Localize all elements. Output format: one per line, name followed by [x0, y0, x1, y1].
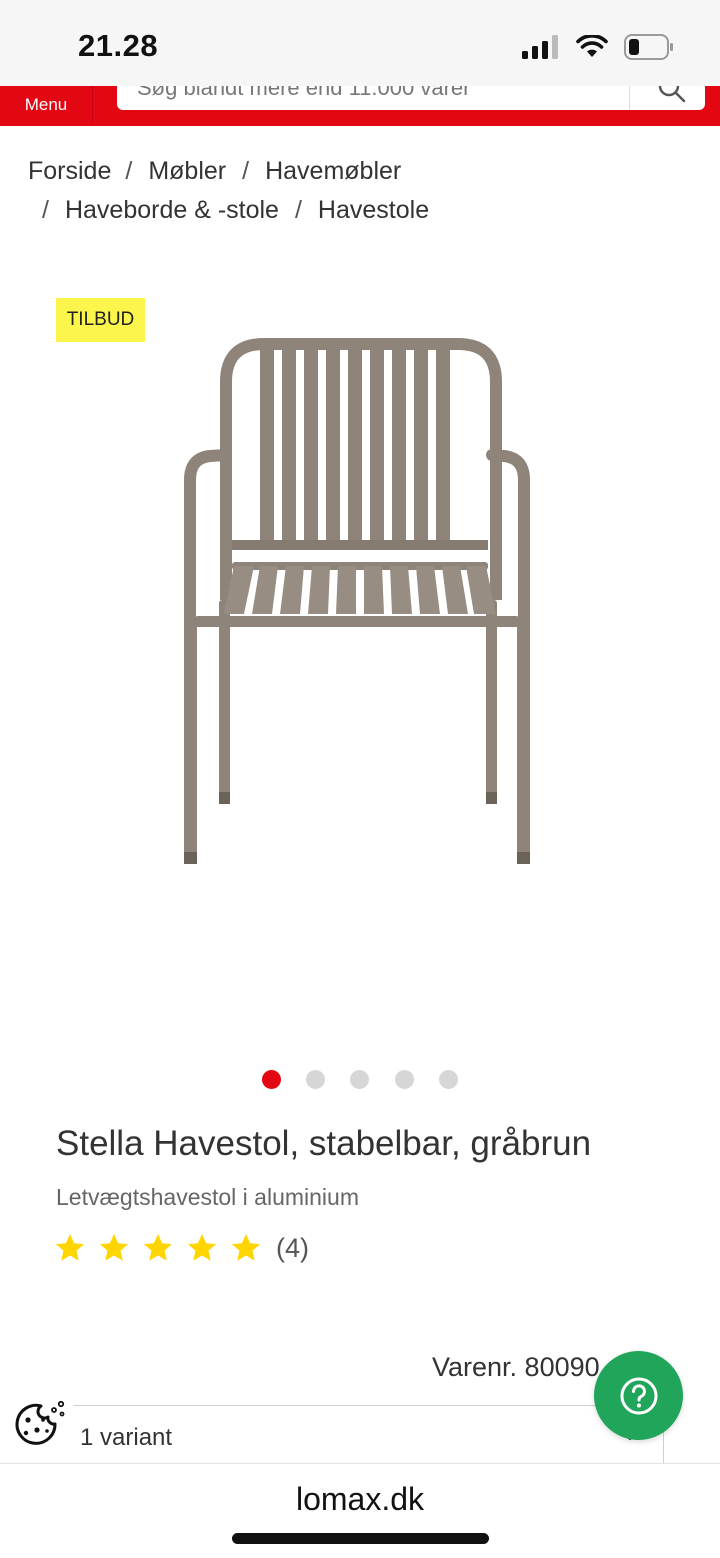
question-mark-icon [620, 1377, 657, 1414]
breadcrumb-havemobler[interactable]: Havemøbler [265, 157, 401, 185]
star-icon [100, 1234, 128, 1261]
gallery-dot-2[interactable] [306, 1070, 325, 1089]
search-divider [629, 86, 630, 110]
variant-label: 1 variant [80, 1424, 173, 1451]
breadcrumb: Forside / Møbler / Havemøbler / Haveborde & -… [28, 152, 688, 230]
gallery-dot-5[interactable] [439, 1070, 458, 1089]
offer-badge: TILBUD [56, 298, 145, 342]
item-number: Varenr. 80090 [432, 1352, 600, 1382]
cellular-signal-icon [522, 35, 558, 59]
gallery-dot-1[interactable] [262, 1070, 281, 1089]
home-indicator [232, 1533, 489, 1544]
search-icon[interactable] [657, 86, 687, 104]
breadcrumb-separator: / [294, 196, 302, 224]
breadcrumb-separator: / [42, 196, 49, 224]
cookie-icon[interactable] [11, 1400, 67, 1446]
gallery-pagination [0, 1070, 720, 1090]
breadcrumb-separator: / [125, 157, 133, 185]
variant-select[interactable]: 1 variant [74, 1405, 664, 1463]
breadcrumb-forside[interactable]: Forside [28, 157, 111, 185]
status-bar: 21.28 [0, 0, 720, 86]
breadcrumb-haveborde-stole[interactable]: Haveborde & -stole [65, 196, 279, 224]
star-icon [144, 1234, 172, 1261]
product-subtitle: Letvægtshavestol i aluminium [56, 1184, 359, 1210]
browser-bar: lomax.dk [0, 1463, 720, 1558]
breadcrumb-havestole[interactable]: Havestole [318, 196, 429, 224]
gallery-dot-3[interactable] [350, 1070, 369, 1089]
breadcrumb-separator: / [242, 157, 250, 185]
browser-url[interactable]: lomax.dk [0, 1481, 720, 1518]
wifi-icon [576, 35, 608, 57]
search-box[interactable] [117, 86, 705, 110]
product-title: Stella Havestol, stabelbar, gråbrun [56, 1124, 592, 1163]
site-header: Menu [0, 86, 720, 126]
product-rating[interactable]: (4) [54, 1232, 309, 1264]
star-icon [232, 1234, 260, 1261]
menu-button[interactable]: Menu [0, 86, 93, 122]
battery-icon [624, 34, 673, 60]
product-image[interactable] [160, 330, 560, 870]
star-icon [56, 1234, 84, 1261]
star-icon [188, 1234, 216, 1261]
breadcrumb-mobler[interactable]: Møbler [148, 157, 226, 185]
status-time: 21.28 [78, 28, 159, 63]
status-icons [522, 34, 674, 60]
help-button[interactable] [594, 1351, 683, 1440]
search-input[interactable] [137, 86, 617, 106]
review-count[interactable]: (4) [276, 1233, 309, 1264]
gallery-dot-4[interactable] [395, 1070, 414, 1089]
